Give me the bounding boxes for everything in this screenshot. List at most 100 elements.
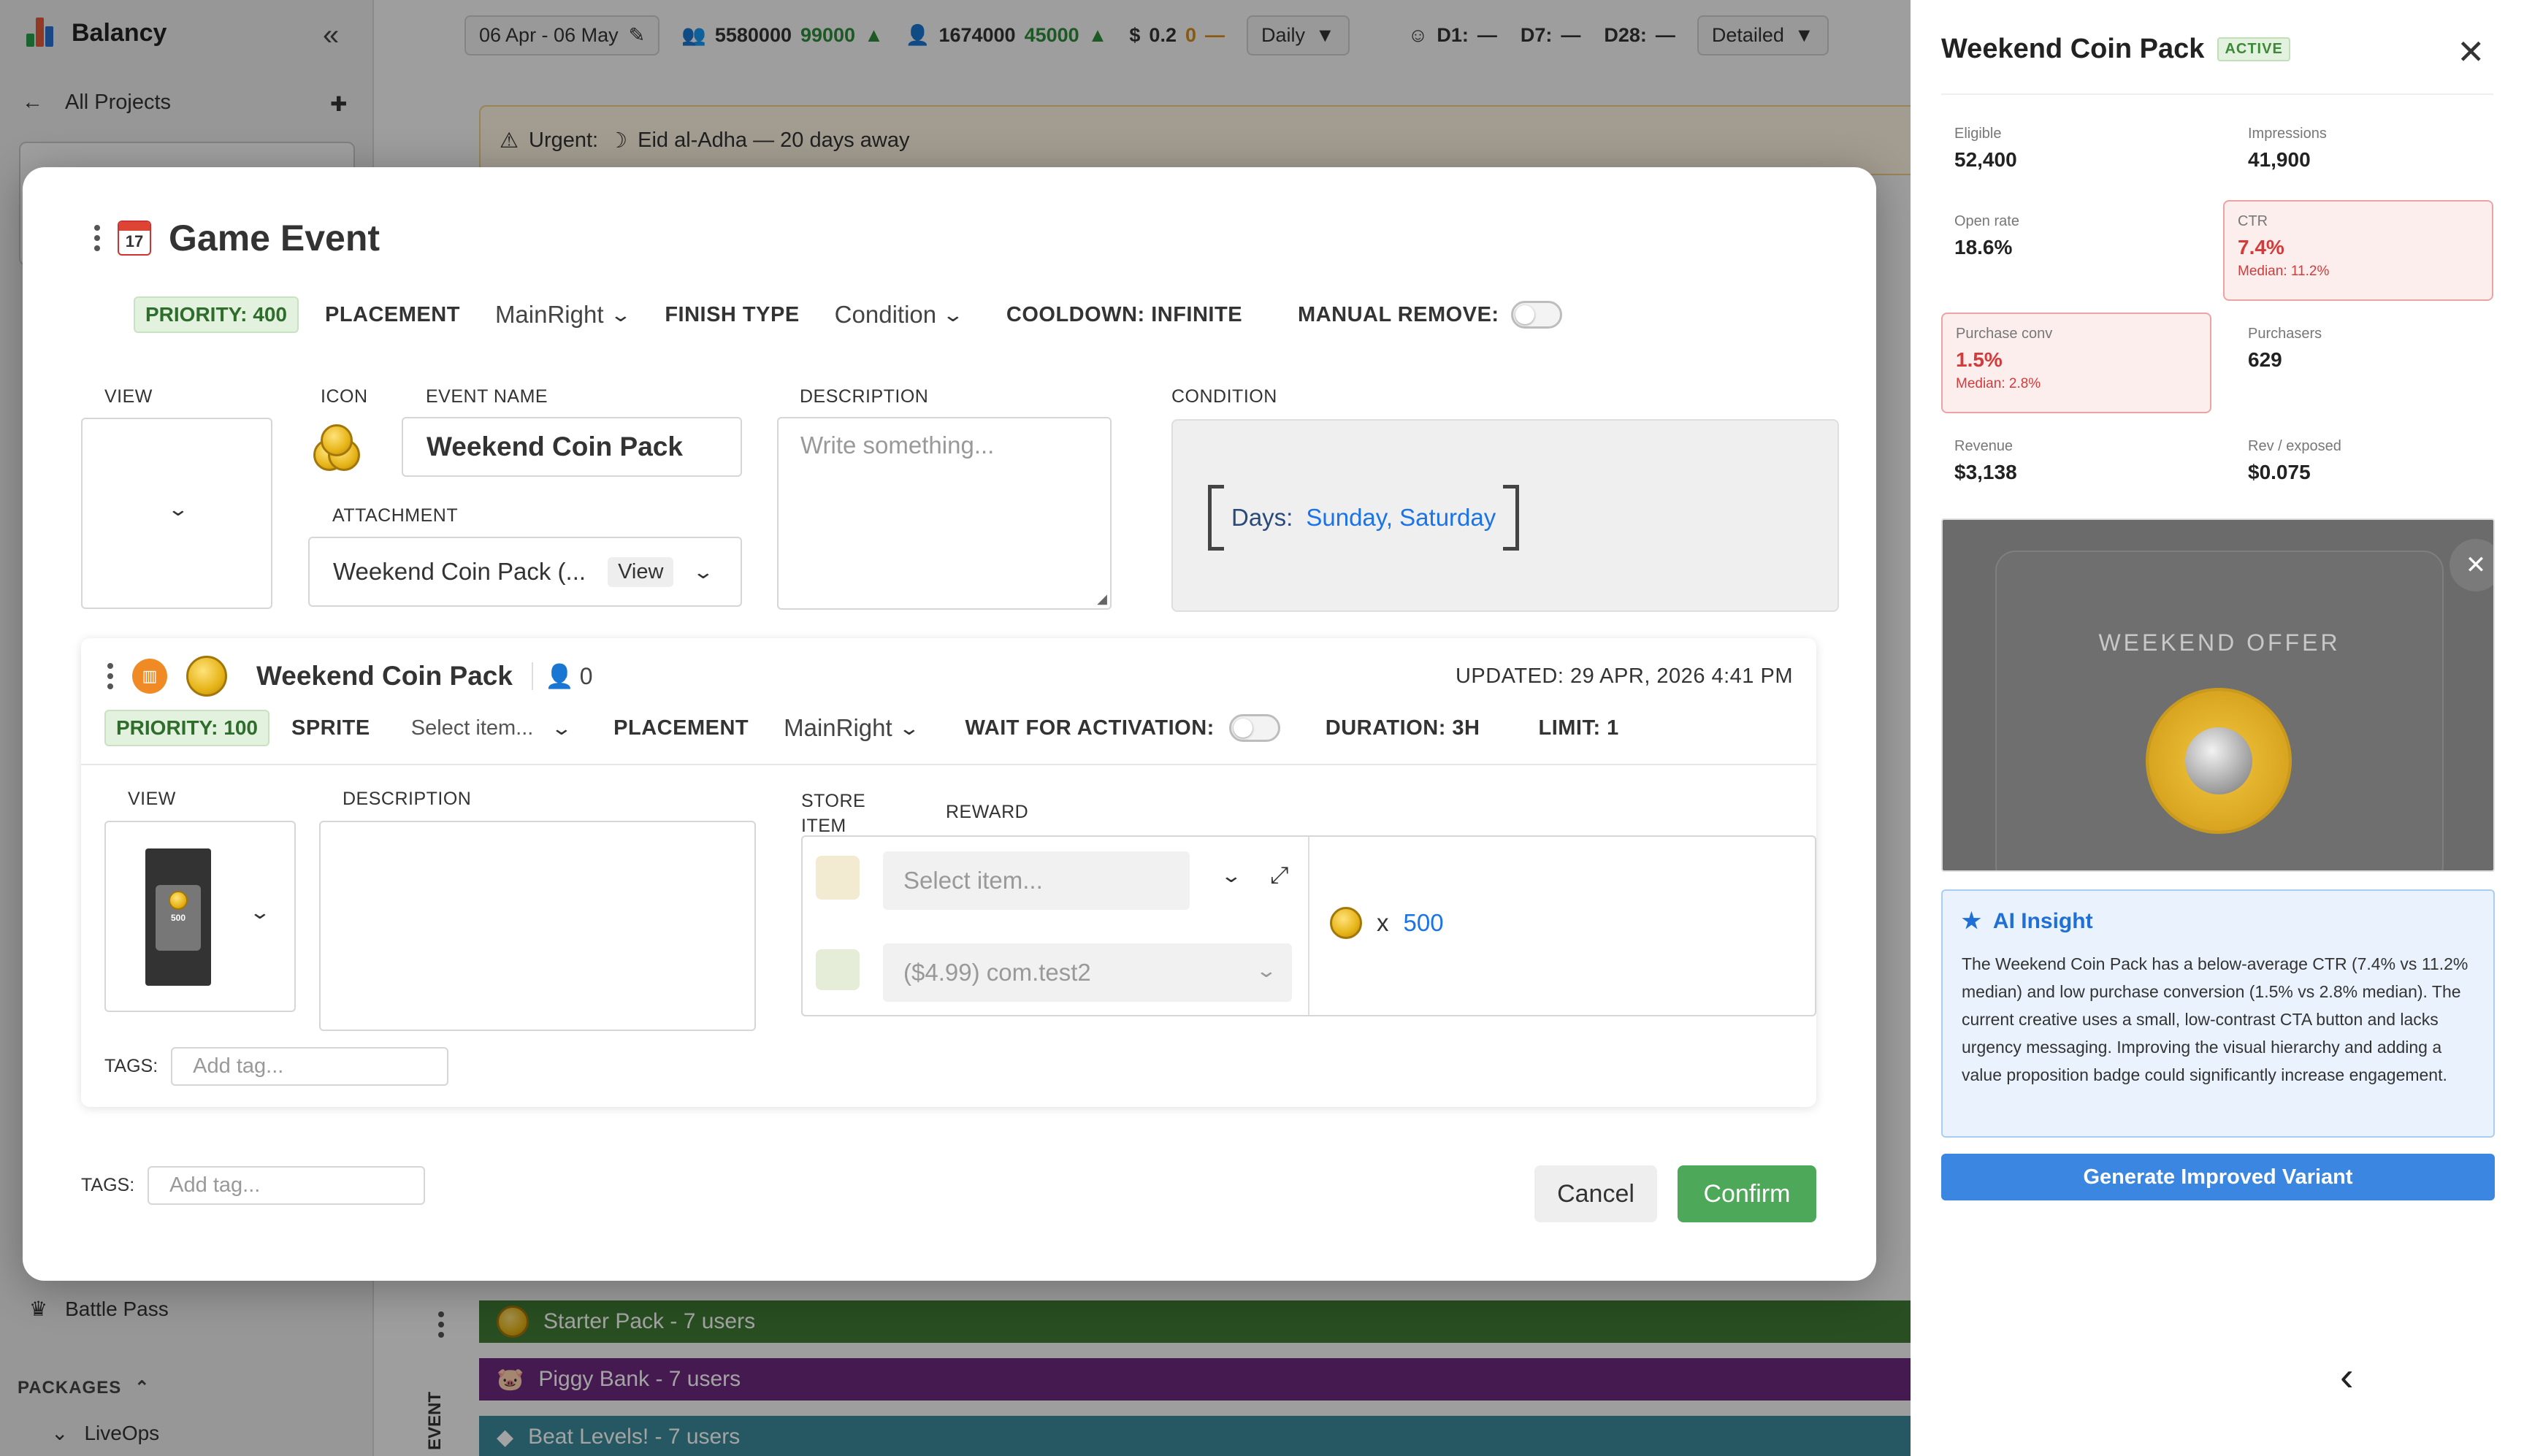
finish-type-label: FINISH TYPE (665, 302, 800, 326)
ai-insight-header: ★ AI Insight (1962, 908, 2474, 934)
condition-block[interactable]: Days: Sunday, Saturday (1208, 485, 1520, 551)
placement-select[interactable]: MainRight ⌄ (495, 301, 632, 329)
store-price-select[interactable]: ($4.99) com.test2 ⌄ (883, 943, 1292, 1002)
stat-label: Revenue (1954, 438, 2014, 454)
duration-label: DURATION: 3H (1325, 716, 1480, 740)
offer-view-select[interactable]: 500 ⌄ (104, 821, 296, 1012)
condition-days-value[interactable]: Sunday, Saturday (1306, 504, 1496, 532)
event-name-value: Weekend Coin Pack (427, 432, 683, 461)
reward-amount[interactable]: 500 (1404, 909, 1444, 937)
stat-impressions: Impressions 41,900 (2235, 114, 2505, 183)
offer-options-row: PRIORITY: 100 SPRITE Select item... ⌄ PL… (104, 710, 1619, 746)
offer-description-textarea[interactable] (319, 821, 756, 1031)
description-label: DESCRIPTION (800, 386, 929, 407)
offer-updated: UPDATED: 29 APR, 2026 4:41 PM (1455, 664, 1793, 688)
expand-icon[interactable]: ⤢ (1270, 862, 1289, 889)
manual-remove-label: MANUAL REMOVE: (1298, 302, 1499, 326)
modal-title: Game Event (169, 218, 380, 258)
attachment-select[interactable]: Weekend Coin Pack (... View ⌄ (308, 537, 742, 607)
priority-badge[interactable]: PRIORITY: 400 (134, 296, 299, 333)
cancel-button[interactable]: Cancel (1534, 1165, 1657, 1222)
offer-priority-badge[interactable]: PRIORITY: 100 (104, 710, 269, 746)
resize-handle-icon[interactable]: ◢ (1097, 591, 1107, 607)
stat-label: CTR (2238, 213, 2268, 229)
offer-thumbnail-coin-icon (169, 891, 188, 910)
stat-rev-exposed: Rev / exposed $0.075 (2235, 426, 2505, 496)
offer-tags-label: TAGS: (104, 1056, 158, 1076)
offer-tags: TAGS: Add tag... (104, 1047, 449, 1086)
reward-label: REWARD (946, 802, 1029, 822)
coin-icon (1330, 907, 1362, 939)
chevron-down-icon: ⌄ (898, 716, 920, 739)
stat-purchasers: Purchasers 629 (2235, 314, 2505, 383)
stat-label: Eligible (1954, 126, 2002, 142)
reward-item[interactable]: x 500 (1330, 907, 1444, 939)
chevron-down-icon[interactable]: ⌄ (1220, 865, 1243, 887)
offer-tag-input[interactable]: Add tag... (171, 1047, 449, 1086)
condition-editor[interactable]: Days: Sunday, Saturday (1171, 419, 1839, 612)
manual-remove-toggle[interactable] (1510, 301, 1562, 329)
chevron-down-icon: ⌄ (609, 303, 632, 326)
panel-title-row: Weekend Coin Pack ACTIVE (1941, 34, 2290, 65)
stat-value: $3,138 (1954, 461, 2017, 483)
offer-card-header: ▥ Weekend Coin Pack 👤 0 (107, 656, 593, 697)
price-icon (816, 949, 860, 990)
kebab-menu-icon[interactable] (94, 225, 100, 251)
ai-insight-text: The Weekend Coin Pack has a below-averag… (1962, 954, 2468, 1084)
cooldown-label: COOLDOWN: INFINITE (1006, 302, 1243, 326)
event-options-row: PRIORITY: 400 PLACEMENT MainRight ⌄ FINI… (134, 296, 1562, 333)
store-item-placeholder: Select item... (903, 867, 1043, 894)
chevron-down-icon: ⌄ (1255, 959, 1278, 981)
stat-value: 52,400 (1954, 148, 2017, 171)
view-select[interactable]: ⌄ (81, 418, 272, 609)
insights-panel: Weekend Coin Pack ACTIVE ✕ Eligible 52,4… (1911, 0, 2524, 1456)
analytics-icon[interactable]: ▥ (132, 659, 167, 694)
icon-label: ICON (321, 386, 368, 407)
event-tags: TAGS: Add tag... (81, 1166, 426, 1205)
event-name-label: EVENT NAME (426, 386, 548, 407)
offer-thumbnail-value: 500 (170, 913, 186, 923)
offer-view-label: VIEW (128, 789, 176, 809)
description-textarea[interactable]: Write something... ◢ (777, 417, 1112, 610)
store-price-value: ($4.99) com.test2 (903, 959, 1091, 986)
stat-value: 7.4% (2238, 236, 2284, 258)
offer-description-label: DESCRIPTION (343, 789, 472, 809)
view-label: VIEW (104, 386, 153, 407)
confirm-button[interactable]: Confirm (1678, 1165, 1816, 1222)
offer-placement-select[interactable]: MainRight ⌄ (784, 714, 920, 742)
stat-value: $0.075 (2248, 461, 2311, 483)
wait-activation-toggle[interactable] (1228, 714, 1280, 742)
offer-divider (81, 764, 1816, 765)
preview-close-icon[interactable]: ✕ (2450, 539, 2493, 591)
stat-label: Rev / exposed (2248, 438, 2341, 454)
offer-card: ▥ Weekend Coin Pack 👤 0 UPDATED: 29 APR,… (81, 638, 1816, 1107)
stat-label: Impressions (2248, 126, 2327, 142)
description-placeholder: Write something... (800, 432, 995, 459)
kebab-menu-icon[interactable] (107, 663, 113, 689)
event-tags-label: TAGS: (81, 1175, 135, 1195)
attachment-label: ATTACHMENT (332, 505, 459, 526)
stat-value: 41,900 (2248, 148, 2311, 171)
coin-face-icon (2185, 727, 2252, 794)
bracket-left (1208, 485, 1224, 551)
close-icon[interactable]: ✕ (2457, 32, 2485, 72)
coin-stack-icon[interactable] (313, 424, 360, 471)
chevron-left-icon[interactable]: ‹ (2340, 1352, 2354, 1400)
event-tag-input[interactable]: Add tag... (148, 1166, 426, 1205)
sprite-label: SPRITE (291, 716, 370, 740)
coin-icon (186, 656, 227, 697)
store-item-label-line1: STORE (801, 791, 866, 811)
stat-label: Open rate (1954, 213, 2019, 229)
stat-revenue: Revenue $3,138 (1941, 426, 2211, 496)
event-name-input[interactable]: Weekend Coin Pack (402, 417, 742, 477)
finish-type-select[interactable]: Condition ⌄ (835, 301, 965, 329)
store-item-select[interactable]: Select item... (883, 851, 1190, 910)
attachment-view-button[interactable]: View (608, 556, 674, 587)
condition-label: CONDITION (1171, 386, 1277, 407)
user-icon: 👤 (544, 663, 574, 689)
store-item-icon (816, 856, 860, 900)
panel-title: Weekend Coin Pack (1941, 34, 2205, 64)
generate-variant-button[interactable]: Generate Improved Variant (1941, 1154, 2495, 1200)
stat-eligible: Eligible 52,400 (1941, 114, 2211, 183)
sprite-select[interactable]: Select item... ⌄ (411, 716, 573, 740)
